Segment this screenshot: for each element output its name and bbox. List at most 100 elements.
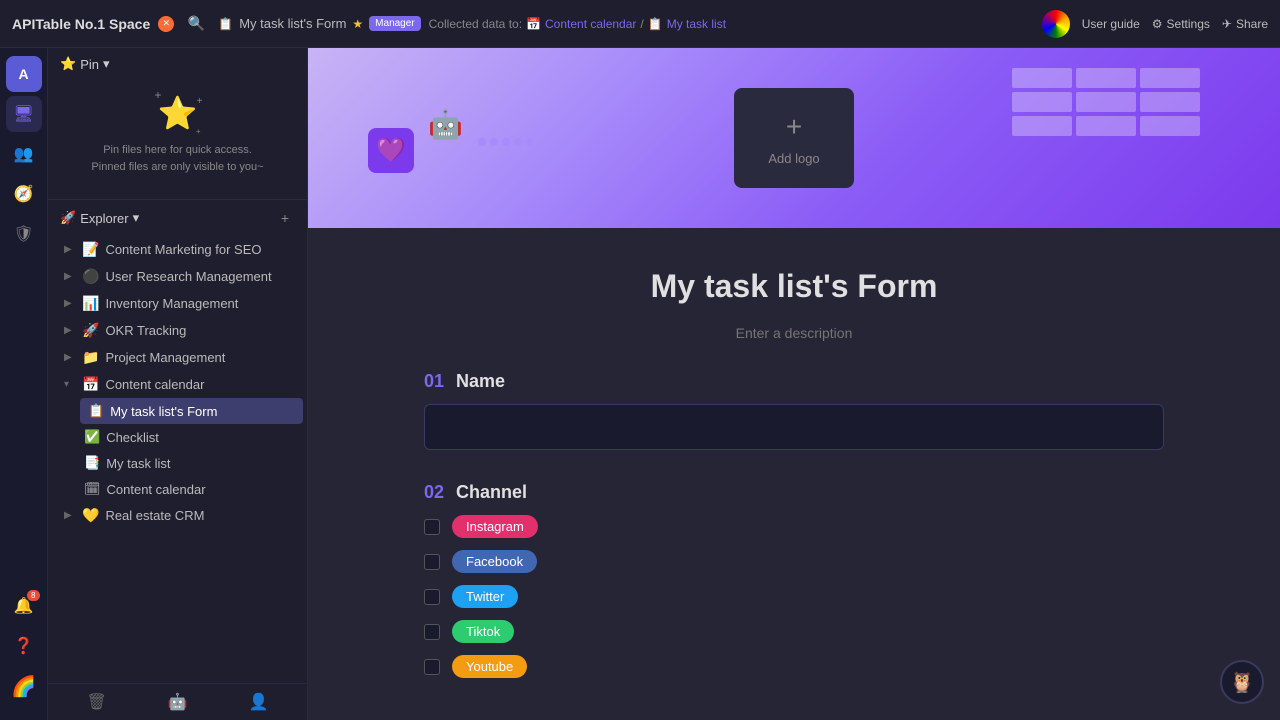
youtube-tag[interactable]: Youtube <box>452 655 527 678</box>
calendar-icon: 📅 <box>526 17 541 31</box>
sidebar-item-real-estate[interactable]: ▶ 💛 Real estate CRM <box>48 502 307 529</box>
sidebar-sub-item-calendar[interactable]: 🗓 Content calendar <box>76 476 307 502</box>
sidebar-item-content-calendar[interactable]: ▾ 📅 Content calendar <box>48 371 307 398</box>
youtube-checkbox[interactable] <box>424 659 440 675</box>
sub-item-label: Checklist <box>106 430 159 445</box>
field-number: 01 <box>424 371 444 392</box>
share-button[interactable]: ✈ Share <box>1222 17 1268 31</box>
facebook-tag[interactable]: Facebook <box>452 550 537 573</box>
item-icon: 📝 <box>82 241 99 258</box>
item-icon: ✅ <box>84 429 100 445</box>
sidebar-sub-item-form[interactable]: 📋 My task list's Form <box>80 398 303 424</box>
settings-button[interactable]: ⚙ Settings <box>1152 17 1210 31</box>
channel-option-youtube: Youtube <box>424 655 1164 678</box>
trash-icon: 🗑 <box>86 694 106 711</box>
instagram-tag[interactable]: Instagram <box>452 515 538 538</box>
topbar-right: User guide ⚙ Settings ✈ Share <box>1042 10 1268 38</box>
watermark-button[interactable]: 🦉 <box>1220 660 1264 704</box>
sidebar-sub-item-checklist[interactable]: ✅ Checklist <box>76 424 307 450</box>
user-guide-button[interactable]: User guide <box>1082 17 1140 31</box>
share-icon: ✈ <box>1222 17 1232 31</box>
item-icon: ⚫ <box>82 268 99 285</box>
topbar-left: APITable No.1 Space ✕ 🔍 📋 My task list's… <box>12 10 1034 38</box>
field-label-text: Name <box>456 371 505 392</box>
tab-icon: 📋 <box>218 17 233 31</box>
notification-button[interactable]: 🔔 8 <box>6 588 42 624</box>
add-logo-button[interactable]: + Add logo <box>734 88 854 188</box>
sidebar-item-user-research[interactable]: ▶ ⚫ User Research Management <box>48 263 307 290</box>
explore-icon: 🧭 <box>14 184 34 204</box>
logo-button[interactable]: 🌈 <box>6 668 42 704</box>
item-icon: 🗓 <box>84 481 101 497</box>
tab-star: ★ <box>352 17 363 31</box>
channel-option-twitter: Twitter <box>424 585 1164 608</box>
user-avatar-button[interactable]: A <box>6 56 42 92</box>
plus-icon: + <box>786 111 802 143</box>
pin-content: + ⭐ + + Pin files here for quick access.… <box>60 72 295 191</box>
explorer-sub-items: 📋 My task list's Form ✅ Checklist 📑 My t… <box>48 398 307 502</box>
tab-name: My task list's Form <box>239 16 346 31</box>
sub-item-label: Content calendar <box>107 482 206 497</box>
field-label-text: Channel <box>456 482 527 503</box>
space-name: APITable No.1 Space <box>12 16 150 32</box>
explorer-sidebar: ⭐ Pin ▾ + ⭐ + + Pin files here for quick… <box>48 48 308 720</box>
chevron-right-icon: ▶ <box>64 325 76 336</box>
item-icon: 📅 <box>82 376 99 393</box>
add-explorer-button[interactable]: + <box>275 208 295 228</box>
icon-sidebar: A 🖥 👥 🧭 🛡 🔔 8 ❓ 🌈 <box>0 48 48 720</box>
field-label-channel: 02 Channel <box>424 482 1164 503</box>
explorer-title-button[interactable]: 🚀 Explorer ▾ <box>60 210 139 226</box>
shield-icon: 🛡 <box>13 224 33 244</box>
tiktok-tag[interactable]: Tiktok <box>452 620 514 643</box>
form-field-channel: 02 Channel Instagram Facebook Twitter <box>424 482 1164 678</box>
chevron-down-icon: ▾ <box>133 210 140 226</box>
help-button[interactable]: ❓ <box>6 628 42 664</box>
banner-heart-icon: 💜 <box>368 128 414 173</box>
facebook-checkbox[interactable] <box>424 554 440 570</box>
twitter-tag[interactable]: Twitter <box>452 585 518 608</box>
chevron-right-icon: ▶ <box>64 244 76 255</box>
chevron-down-icon: ▾ <box>64 379 76 390</box>
form-description-input[interactable] <box>424 325 1164 341</box>
item-label: Content calendar <box>105 377 204 392</box>
sidebar-item-content-marketing[interactable]: ▶ 📝 Content Marketing for SEO <box>48 236 307 263</box>
calendar-link[interactable]: Content calendar <box>545 17 636 31</box>
add-user-icon: 👤 <box>249 694 269 711</box>
tiktok-checkbox[interactable] <box>424 624 440 640</box>
sidebar-item-inventory[interactable]: ▶ 📊 Inventory Management <box>48 290 307 317</box>
channel-option-tiktok: Tiktok <box>424 620 1164 643</box>
item-label: Content Marketing for SEO <box>105 242 261 257</box>
rocket-icon: 🚀 <box>60 210 76 226</box>
instagram-checkbox[interactable] <box>424 519 440 535</box>
main: A 🖥 👥 🧭 🛡 🔔 8 ❓ 🌈 <box>0 48 1280 720</box>
shield-button[interactable]: 🛡 <box>6 216 42 252</box>
sidebar-item-okr[interactable]: ▶ 🚀 OKR Tracking <box>48 317 307 344</box>
list-link[interactable]: My task list <box>667 17 726 31</box>
add-user-button[interactable]: 👤 <box>249 692 269 712</box>
search-button[interactable]: 🔍 <box>182 10 210 38</box>
robot-button[interactable]: 🤖 <box>168 692 188 712</box>
sidebar-sub-item-tasklist[interactable]: 📑 My task list <box>76 450 307 476</box>
logo-icon: 🌈 <box>11 674 36 699</box>
pin-star-area: + ⭐ + + <box>153 88 203 138</box>
icon-sidebar-bottom: 🔔 8 ❓ 🌈 <box>6 588 42 712</box>
name-input[interactable] <box>424 404 1164 450</box>
form-body: My task list's Form 01 Name 02 Channel <box>344 228 1244 720</box>
pin-button[interactable]: ⭐ Pin ▾ <box>60 56 110 72</box>
robot-icon: 🤖 <box>168 694 188 711</box>
twitter-checkbox[interactable] <box>424 589 440 605</box>
explore-button[interactable]: 🧭 <box>6 176 42 212</box>
home-button[interactable]: 🖥 <box>6 96 42 132</box>
sidebar-item-project[interactable]: ▶ 📁 Project Management <box>48 344 307 371</box>
form-field-name: 01 Name <box>424 371 1164 450</box>
list-icon: 📋 <box>648 17 663 31</box>
settings-icon: ⚙ <box>1152 17 1163 31</box>
tab-badge: Manager <box>369 16 420 31</box>
banner-dots <box>478 138 534 146</box>
item-icon: 📑 <box>84 455 100 471</box>
watermark-icon: 🦉 <box>1230 670 1255 695</box>
add-logo-label: Add logo <box>768 151 819 166</box>
contacts-button[interactable]: 👥 <box>6 136 42 172</box>
trash-button[interactable]: 🗑 <box>86 692 106 712</box>
item-label: Inventory Management <box>105 296 238 311</box>
